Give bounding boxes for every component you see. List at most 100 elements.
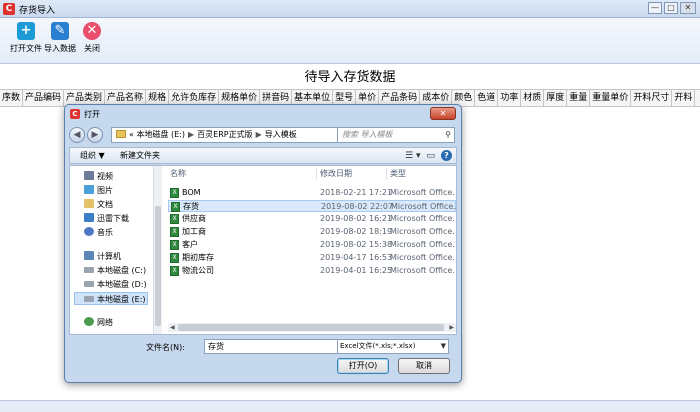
view-options-icon[interactable]: ☰ ▾ [405,150,420,162]
back-arrow-icon[interactable]: ◀ [69,127,85,143]
help-icon[interactable]: ? [441,150,452,161]
column-divider [386,168,387,180]
dialog-close-button[interactable]: ✕ [430,107,456,120]
filename-label: 文件名(N): [146,343,185,352]
file-name: BOM [182,188,201,197]
nav-scroll-thumb[interactable] [155,206,161,326]
app-titlebar: C 存货导入 — □ ✕ [0,0,700,18]
file-type: Microsoft Office... [390,253,454,262]
music-icon [84,227,94,236]
file-hscroll-thumb[interactable] [178,324,444,331]
filename-value: 存货 [208,342,224,351]
app-title: 存货导入 [19,6,56,16]
column-header[interactable]: 重量单价 [590,90,632,106]
address-part-folder[interactable]: 百灵ERP正式版 [197,130,252,139]
column-header[interactable]: 厚度 [544,90,568,106]
file-name: 客户 [182,240,198,249]
nav-item[interactable]: 本地磁盘 (C:) [84,264,146,277]
file-row[interactable]: X BOM 2018-02-21 17:21 Microsoft Office... [168,187,456,199]
file-date: 2019-04-01 16:25 [320,266,393,275]
column-header[interactable]: 开料 [672,90,696,106]
search-input[interactable]: 搜索 导入模板 ⚲ [337,127,455,143]
column-header-name[interactable]: 名称 [170,168,186,180]
column-header[interactable]: 材质 [521,90,545,106]
status-bar [0,400,700,412]
excel-file-icon: X [170,253,179,263]
forward-arrow-icon[interactable]: ▶ [87,127,103,143]
file-row[interactable]: X 存货 2019-08-02 22:07 Microsoft Office... [168,200,456,212]
address-separator-icon: ▶ [188,130,195,139]
window-close-button[interactable]: ✕ [680,2,696,14]
file-row[interactable]: X 客户 2019-08-02 15:38 Microsoft Office... [168,239,456,251]
file-type: Microsoft Office... [390,214,454,223]
nav-item[interactable]: 网络 [84,316,113,329]
file-row[interactable]: X 供应商 2019-08-02 16:21 Microsoft Office... [168,213,456,225]
address-part-current[interactable]: 导入模板 [265,130,297,139]
excel-file-icon: X [170,227,179,237]
file-name: 物流公司 [182,266,214,275]
column-header[interactable]: 重量 [567,90,591,106]
maximize-button[interactable]: □ [664,2,678,14]
nav-scrollbar[interactable] [154,166,162,334]
column-header-type[interactable]: 类型 [390,168,406,180]
import-data-button[interactable]: ✎ 导入数据 [44,22,76,54]
edit-import-icon: ✎ [51,22,69,40]
column-header[interactable]: 功率 [498,90,522,106]
address-row: ◀ ▶ « 本地磁盘 (E:)▶百灵ERP正式版▶导入模板 ↻ 搜索 导入模板 … [69,125,457,145]
file-row[interactable]: X 物流公司 2019-04-01 16:25 Microsoft Office... [168,265,456,277]
open-button[interactable]: 打开(O) [337,358,389,374]
nav-item-label: 视频 [97,172,113,181]
address-part-drive[interactable]: 本地磁盘 (E:) [136,130,185,139]
window-controls: — □ ✕ [648,2,696,14]
minimize-button[interactable]: — [648,2,662,14]
nav-item-label: 迅雷下载 [97,214,129,223]
nav-item[interactable]: 文档 [84,198,113,211]
chevron-down-icon[interactable]: ▼ [438,340,446,353]
nav-item[interactable]: 图片 [84,184,113,197]
view-controls: ☰ ▾ ▭ ? [405,150,452,162]
nav-item-label: 文档 [97,200,113,209]
scroll-left-icon[interactable]: ◀ [170,323,175,332]
dialog-titlebar: C 打开 ✕ [65,105,461,123]
column-header[interactable]: 开料尺寸 [631,90,673,106]
excel-file-icon: X [171,202,180,212]
search-placeholder: 搜索 导入模板 [342,130,393,139]
column-header[interactable]: 产品编码 [23,90,65,106]
picture-icon [84,185,94,194]
file-hscrollbar[interactable]: ◀ ▶ [168,323,456,332]
column-header[interactable]: 色道 [475,90,499,106]
column-header-date[interactable]: 修改日期 [320,168,352,180]
network-icon [84,317,94,326]
nav-item[interactable]: 计算机 [84,250,121,263]
open-file-button[interactable]: + 打开文件 [10,22,42,54]
nav-item[interactable]: 本地磁盘 (D:) [84,278,147,291]
nav-item[interactable]: 迅雷下载 [84,212,129,225]
new-folder-button[interactable]: 新建文件夹 [120,150,160,162]
file-row[interactable]: X 期初库存 2019-04-17 16:53 Microsoft Office... [168,252,456,264]
preview-pane-icon[interactable]: ▭ [426,150,435,162]
disk-icon [84,281,94,287]
open-file-label: 打开文件 [10,44,42,53]
file-type: Microsoft Office... [391,202,455,211]
file-name: 供应商 [182,214,206,223]
file-row[interactable]: X 加工商 2019-08-02 18:19 Microsoft Office... [168,226,456,238]
file-date: 2018-02-21 17:21 [320,188,393,197]
app-logo-icon: C [3,3,15,15]
address-prefix: « [129,130,134,139]
nav-item-label: 图片 [97,186,113,195]
column-header[interactable]: 序数 [0,90,24,106]
nav-item[interactable]: 本地磁盘 (E:) [74,292,148,305]
cancel-button[interactable]: 取消 [398,358,450,374]
address-bar[interactable]: « 本地磁盘 (E:) ▶ 百灵ERP正式版 ▶ 导入模板 [111,127,345,143]
file-type: Microsoft Office... [390,266,454,275]
nav-item[interactable]: 视频 [84,170,113,183]
organize-button[interactable]: 组织 ▼ [80,150,105,162]
file-type: Microsoft Office... [390,227,454,236]
nav-item[interactable]: 音乐 [84,226,113,239]
dialog-logo-icon: C [70,109,80,119]
close-button[interactable]: ✕ 关闭 [83,22,101,54]
download-icon [84,213,94,222]
filetype-select[interactable]: Excel文件(*.xls;*.xlsx) ▼ [337,339,449,354]
column-divider [316,168,317,180]
scroll-right-icon[interactable]: ▶ [449,323,454,332]
